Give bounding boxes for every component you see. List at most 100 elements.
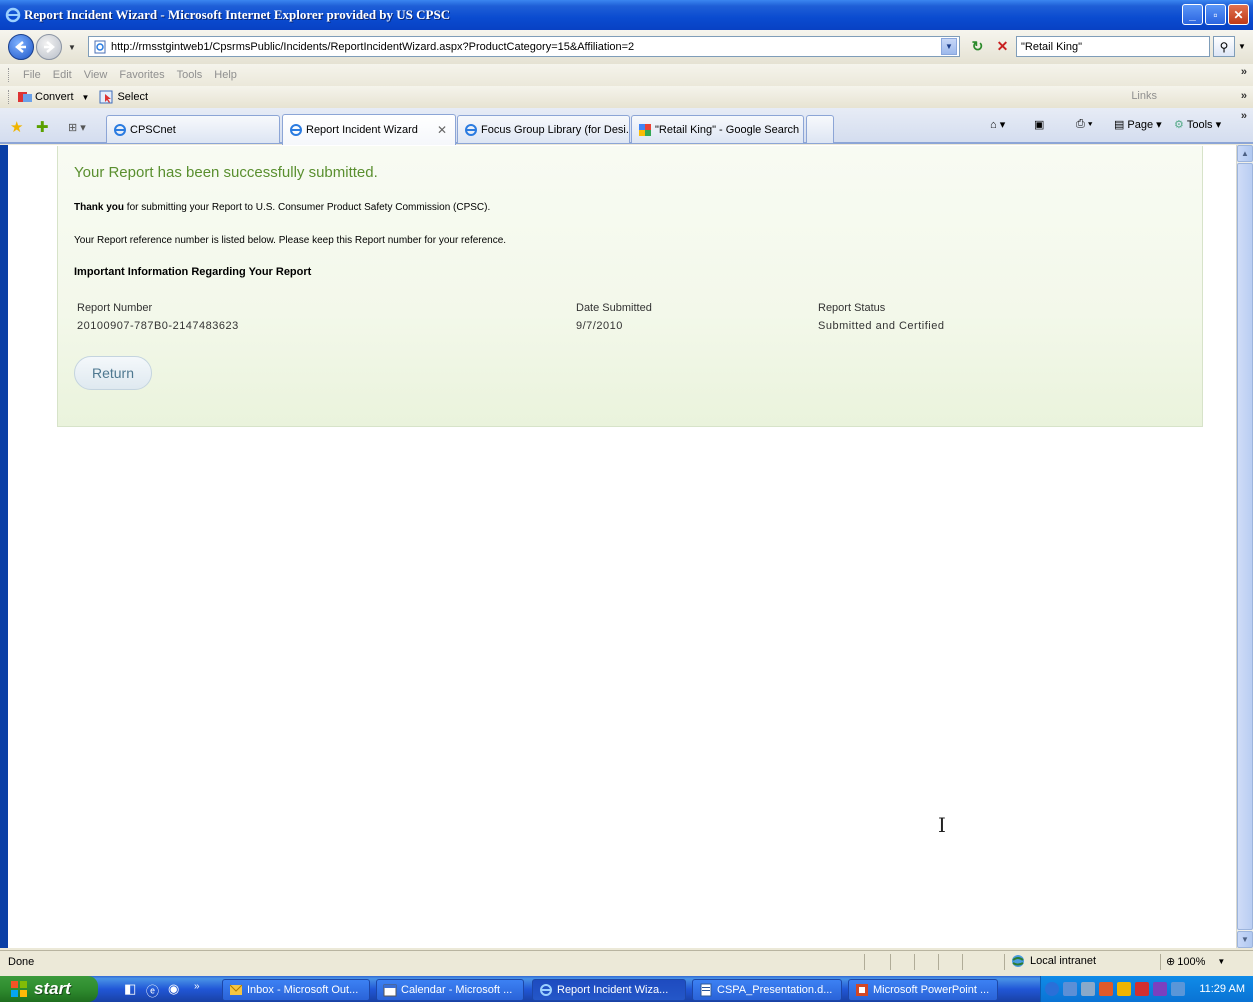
refresh-icon[interactable]: ↻: [967, 36, 988, 57]
address-url[interactable]: http://rmsstgintweb1/CpsrmsPublic/Incide…: [111, 41, 634, 53]
tab-label: "Retail King" - Google Search: [655, 123, 800, 136]
quick-tabs-icon[interactable]: ⊞ ▾: [68, 118, 98, 136]
taskbar-label: Report Incident Wiza...: [557, 984, 669, 996]
outlook-icon: [229, 984, 243, 995]
tray-alert-icon[interactable]: [1135, 982, 1149, 996]
menu-view[interactable]: View: [84, 69, 108, 81]
scroll-down-button[interactable]: ▼: [1237, 931, 1253, 948]
ie-icon: [540, 984, 552, 996]
menu-tools[interactable]: Tools: [177, 69, 203, 81]
tab-google-search[interactable]: "Retail King" - Google Search: [631, 115, 804, 143]
reference-text: Your Report reference number is listed b…: [74, 235, 507, 246]
select-button[interactable]: Select: [99, 90, 148, 104]
window-title-bar[interactable]: Report Incident Wizard - Microsoft Inter…: [0, 0, 1253, 30]
text-cursor-icon: I: [938, 813, 946, 837]
scroll-thumb[interactable]: [1237, 163, 1253, 930]
quicklaunch-ie-icon[interactable]: ⓔ: [146, 981, 159, 1000]
quicklaunch-chevron-icon[interactable]: »: [194, 981, 200, 992]
page-viewport: Your Report has been successfully submit…: [8, 145, 1236, 948]
menu-favorites[interactable]: Favorites: [119, 69, 164, 81]
taskbar-label: Inbox - Microsoft Out...: [247, 984, 359, 996]
zone-label: Local intranet: [1030, 955, 1097, 967]
recent-pages-dropdown[interactable]: ▼: [68, 43, 76, 52]
home-icon[interactable]: ⌂ ▾: [990, 118, 1005, 131]
command-chevron-icon[interactable]: »: [1241, 110, 1247, 122]
search-options-dropdown[interactable]: ▼: [1236, 36, 1248, 57]
menu-edit[interactable]: Edit: [53, 69, 72, 81]
tab-report-incident-wizard[interactable]: Report Incident Wizard ✕: [282, 114, 456, 145]
system-tray: 11:29 AM: [1040, 976, 1253, 1002]
minimize-button[interactable]: _: [1182, 4, 1203, 25]
menu-chevron-icon[interactable]: »: [1241, 66, 1247, 78]
tab-label: CPSCnet: [130, 123, 176, 136]
links-toolbar[interactable]: Links: [1131, 90, 1157, 102]
menu-file[interactable]: File: [23, 69, 41, 81]
tab-cpscnet[interactable]: CPSCnet: [106, 115, 280, 143]
chevron-right-icon[interactable]: »: [1241, 90, 1247, 102]
new-tab-button[interactable]: [806, 115, 834, 143]
report-status-value: Submitted and Certified: [818, 320, 945, 332]
address-bar[interactable]: http://rmsstgintweb1/CpsrmsPublic/Incide…: [88, 36, 960, 57]
tray-monitor-icon[interactable]: [1081, 982, 1095, 996]
tools-menu-label: Tools: [1186, 118, 1213, 131]
start-button[interactable]: start: [0, 976, 98, 1002]
tray-volume-icon[interactable]: [1171, 982, 1185, 996]
tray-app-icon[interactable]: [1153, 982, 1167, 996]
status-divider: [962, 954, 963, 970]
back-arrow-icon: [15, 41, 26, 53]
google-icon: [639, 123, 651, 136]
taskbar-inbox[interactable]: Inbox - Microsoft Out...: [222, 979, 370, 1001]
tray-security-icon[interactable]: [1099, 982, 1113, 996]
thank-you-text: Thank you for submitting your Report to …: [74, 202, 490, 213]
menu-help[interactable]: Help: [214, 69, 237, 81]
return-button[interactable]: Return: [74, 356, 152, 390]
page-icon: ▤: [1114, 119, 1125, 131]
vertical-scrollbar[interactable]: ▲ ▼: [1236, 145, 1253, 948]
report-number-value: 20100907-787B0-2147483623: [77, 320, 239, 332]
stop-icon[interactable]: ✕: [992, 36, 1013, 57]
search-icon[interactable]: ⚲: [1213, 36, 1235, 57]
quicklaunch-outlook-icon[interactable]: ◉: [168, 981, 179, 997]
forward-button[interactable]: [36, 34, 62, 60]
taskbar-powerpoint[interactable]: Microsoft PowerPoint ...: [848, 979, 998, 1001]
convert-button[interactable]: Convert ▼: [17, 90, 89, 104]
toolbar-grip[interactable]: [8, 68, 11, 82]
select-label: Select: [117, 91, 149, 103]
print-icon[interactable]: ⎙ ▾: [1076, 118, 1092, 131]
tray-update-icon[interactable]: [1117, 982, 1131, 996]
tray-arrow-icon[interactable]: [1045, 982, 1059, 996]
security-zone[interactable]: Local intranet: [1010, 953, 1096, 969]
toolbar-grip[interactable]: [8, 90, 11, 104]
gear-icon: ⚙: [1174, 119, 1184, 131]
scroll-up-button[interactable]: ▲: [1237, 145, 1253, 162]
search-input[interactable]: "Retail King": [1016, 36, 1210, 57]
page-menu-button[interactable]: ▤ Page ▾: [1114, 118, 1162, 132]
tray-network-icon[interactable]: [1063, 982, 1077, 996]
status-text: Done: [8, 955, 35, 968]
taskbar: start ◧ ⓔ ◉ » Inbox - Microsoft Out... C…: [0, 976, 1253, 1002]
tab-label: Report Incident Wizard: [306, 124, 418, 136]
feeds-icon[interactable]: ▣: [1034, 118, 1044, 131]
add-favorites-icon[interactable]: ✚: [36, 118, 49, 136]
restore-button[interactable]: ▫: [1205, 4, 1226, 25]
taskbar-report-incident[interactable]: Report Incident Wiza...: [532, 979, 686, 1001]
favorites-star-icon[interactable]: ★: [10, 118, 23, 136]
close-window-button[interactable]: ✕: [1228, 4, 1249, 25]
taskbar-label: Calendar - Microsoft ...: [401, 984, 513, 996]
quicklaunch-desktop-icon[interactable]: ◧: [124, 981, 136, 997]
taskbar-label: CSPA_Presentation.d...: [717, 984, 833, 996]
tools-menu-button[interactable]: ⚙ Tools ▾: [1174, 118, 1221, 132]
taskbar-cspa-presentation[interactable]: CSPA_Presentation.d...: [692, 979, 842, 1001]
close-tab-icon[interactable]: ✕: [437, 123, 447, 137]
status-divider: [864, 954, 865, 970]
tab-focus-group-library[interactable]: Focus Group Library (for Desi...: [457, 115, 630, 143]
report-status-label: Report Status: [818, 302, 886, 314]
convert-dropdown-icon[interactable]: ▼: [82, 93, 90, 102]
address-dropdown-button[interactable]: ▼: [941, 38, 957, 55]
powerpoint-icon: [856, 984, 868, 996]
status-divider: [938, 954, 939, 970]
back-button[interactable]: [8, 34, 34, 60]
zoom-dropdown-icon[interactable]: ▼: [1217, 957, 1225, 966]
taskbar-calendar[interactable]: Calendar - Microsoft ...: [376, 979, 524, 1001]
zoom-control[interactable]: ⊕ 100% ▼: [1166, 955, 1225, 969]
